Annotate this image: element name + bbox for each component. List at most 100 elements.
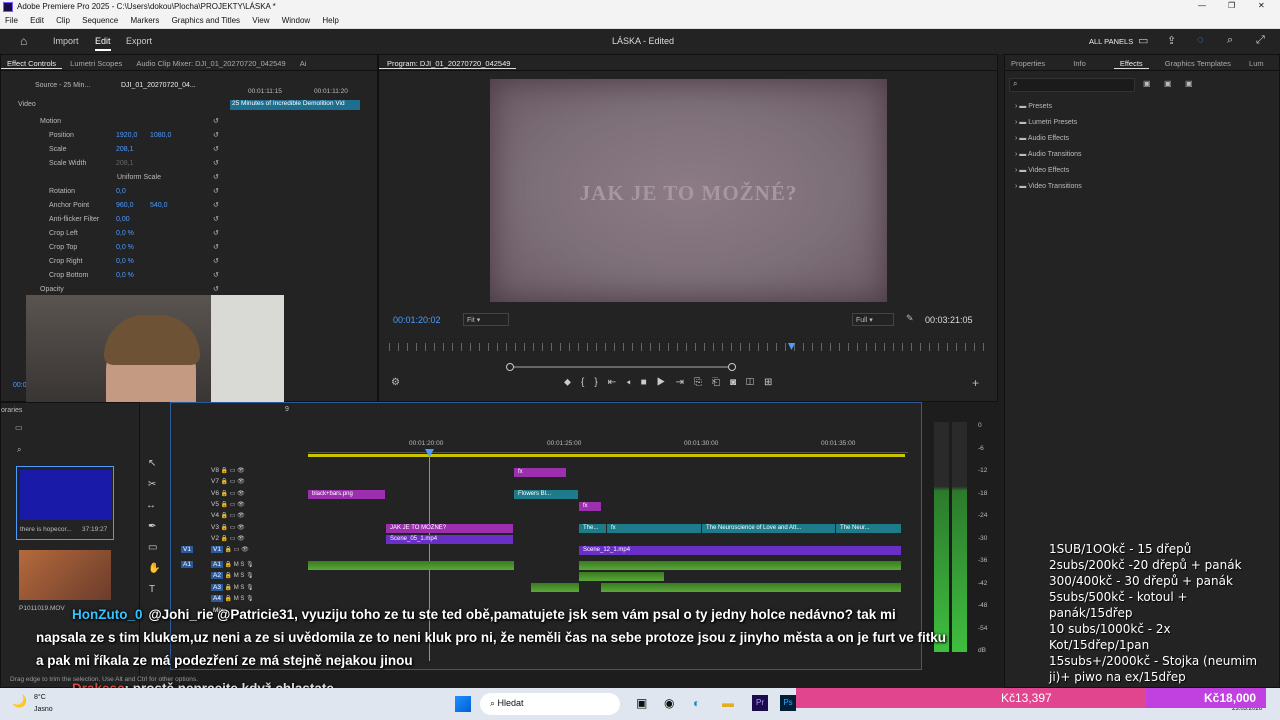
ec-row-scale[interactable]: Scale 208,1 ↺ [15,146,225,160]
ec-value-1[interactable]: 0,0 [116,188,126,195]
tab-effect-controls[interactable]: Effect Controls [1,55,63,69]
search-icon[interactable]: ⌕ [1227,34,1233,47]
clip-black-bars[interactable]: black+bars.png [308,490,385,499]
pen-tool-icon[interactable]: ✒ [148,521,156,532]
app-icon-1[interactable]: ◉ [664,696,674,710]
reset-icon[interactable]: ↺ [213,117,219,125]
fit-dropdown[interactable]: Fit ▾ [463,313,509,326]
wrench-icon[interactable]: ✎ [906,313,914,324]
track-controls-icon[interactable]: 🔒 ▭ 👁 [219,513,245,519]
tab-lumetri[interactable]: Lum [1239,55,1270,68]
track-controls-icon[interactable]: 🔒 ▭ 👁 [223,547,249,553]
ec-row-scale-width[interactable]: Scale Width 208,1 ↺ [15,160,225,174]
menu-view[interactable]: View [247,14,274,25]
edge-icon[interactable]: ◐ [693,696,700,710]
track-header-a2[interactable]: A2 🔒 M S 🎙 [211,572,254,580]
project-thumb-2[interactable] [19,550,111,600]
out-point-icon[interactable]: } [594,377,607,388]
track-header-v4[interactable]: V4 🔒 ▭ 👁 [211,512,245,519]
clip-fx-v5[interactable]: fx [579,502,601,511]
reset-icon[interactable]: ↺ [213,131,219,139]
ec-value-1[interactable]: 208,1 [116,146,134,153]
ripple-tool-icon[interactable]: ↔ [146,500,156,511]
tab-effects[interactable]: Effects [1113,55,1149,69]
tab-audio-clip-mixer[interactable]: Audio Clip Mixer: DJI_01_20270720_042549 [130,55,291,68]
program-ruler[interactable] [389,343,987,351]
clip-tab[interactable]: DJI_01_20270720_04... [121,82,196,89]
all-panels-button[interactable]: ALL PANELS [1089,37,1133,46]
reset-icon[interactable]: ↺ [213,257,219,265]
ec-value-2[interactable]: 1080,0 [150,132,171,139]
reset-icon[interactable]: ↺ [213,145,219,153]
track-header-a1[interactable]: A1 🔒 M S 🎙 [211,561,254,568]
ec-value-1[interactable]: 0,0 % [116,230,134,237]
razor-tool-icon[interactable]: ✂ [148,479,156,490]
track-header-v5[interactable]: V5 🔒 ▭ 👁 [211,501,245,508]
work-area-bar[interactable] [308,454,905,457]
type-tool-icon[interactable]: T [149,584,155,595]
effects-folder-audio-transitions[interactable]: › ▬ Audio Transitions [1015,151,1082,158]
reset-icon[interactable]: ↺ [213,285,219,293]
menu-clip[interactable]: Clip [51,14,75,25]
menu-help[interactable]: Help [317,14,343,25]
track-controls-icon[interactable]: 🔒 ▭ 👁 [219,468,245,474]
reset-icon[interactable]: ↺ [213,201,219,209]
folder-icon[interactable]: ▭ [15,423,23,432]
tab-import[interactable]: Import [53,36,79,46]
quality-dropdown[interactable]: Full ▾ [852,313,894,326]
rect-tool-icon[interactable]: ▭ [148,542,157,553]
zoom-handle-right[interactable] [728,363,736,371]
audio-clip-a2[interactable] [579,572,664,581]
ec-row-motion[interactable]: Motion ↺ [15,118,225,132]
track-header-v1[interactable]: V1 🔒 ▭ 👁 [211,546,249,554]
effects-folder-lumetri-presets[interactable]: › ▬ Lumetri Presets [1015,119,1077,126]
track-header-v8[interactable]: V8 🔒 ▭ 👁 [211,467,245,474]
explorer-icon[interactable]: ▬ [722,696,734,710]
track-header-a4[interactable]: A4 🔒 M S 🎙 [211,595,254,603]
zoom-handle-left[interactable] [506,363,514,371]
ec-value-1[interactable]: 960,0 [116,202,134,209]
audio-clip-a1-left[interactable] [308,561,514,570]
ec-value-1[interactable]: 0,0 % [116,244,134,251]
source-tab[interactable]: Source - 25 Min... [35,82,90,89]
program-zoom-bar[interactable] [510,366,732,368]
source-patch-a1[interactable]: A1 [181,561,193,568]
track-header-v3[interactable]: V3 🔒 ▭ 👁 [211,524,245,531]
project-thumb-1[interactable]: there is hopecor... 37:19:27 [16,466,114,540]
panel-layout-icon[interactable]: ▭ [1138,34,1148,47]
reset-icon[interactable]: ↺ [213,187,219,195]
track-controls-icon[interactable]: 🔒 ▭ 👁 [219,502,245,508]
ec-value-1[interactable]: 0,00 [116,216,130,223]
ec-value-1[interactable]: 0,0 % [116,258,134,265]
project-tab[interactable]: oraries [1,407,22,414]
accelerated-effects-icon[interactable]: ▣ [1143,79,1151,88]
close-icon[interactable]: ✕ [1258,1,1265,10]
add-button-icon[interactable]: + [972,376,979,390]
play-icon[interactable]: ▶ [657,377,676,388]
track-header-v7[interactable]: V7 🔒 ▭ 👁 [211,478,245,485]
clip-flowers[interactable]: Flowers Bl... [514,490,578,499]
hand-tool-icon[interactable]: ✋ [148,563,160,574]
goto-out-icon[interactable]: ⇥ [676,377,694,388]
ec-value-1[interactable]: 1920,0 [116,132,137,139]
select-tool-icon[interactable]: ↖ [148,458,156,469]
tab-lumetri-scopes[interactable]: Lumetri Scopes [64,55,128,68]
effects-folder-presets[interactable]: › ▬ Presets [1015,103,1052,110]
audio-clip-a3[interactable] [531,583,579,592]
clip-the1[interactable]: The... [579,524,606,533]
track-controls-icon[interactable]: 🔒 M S 🎙 [223,562,254,568]
tab-program[interactable]: Program: DJI_01_20270720_042549 [379,55,517,69]
reset-icon[interactable]: ↺ [213,229,219,237]
photoshop-taskbar-icon[interactable]: Ps [780,695,796,711]
clip-scene05[interactable]: Scene_05_1.mp4 [386,535,513,544]
track-header-v2[interactable]: V2 🔒 ▭ 👁 [211,535,245,542]
menu-window[interactable]: Window [277,14,315,25]
clip-scene12[interactable]: Scene_12_1.mp4 [579,546,901,555]
reset-icon[interactable]: ↺ [213,243,219,251]
lift-icon[interactable]: ⎘ [694,377,712,388]
share-icon[interactable]: ⇪ [1167,34,1176,47]
menu-graphics[interactable]: Graphics and Titles [167,14,245,25]
fullscreen-icon[interactable]: ⤢ [1256,34,1265,47]
audio-clip-a3b[interactable] [601,583,901,592]
goto-in-icon[interactable]: ⇤ [608,377,626,388]
